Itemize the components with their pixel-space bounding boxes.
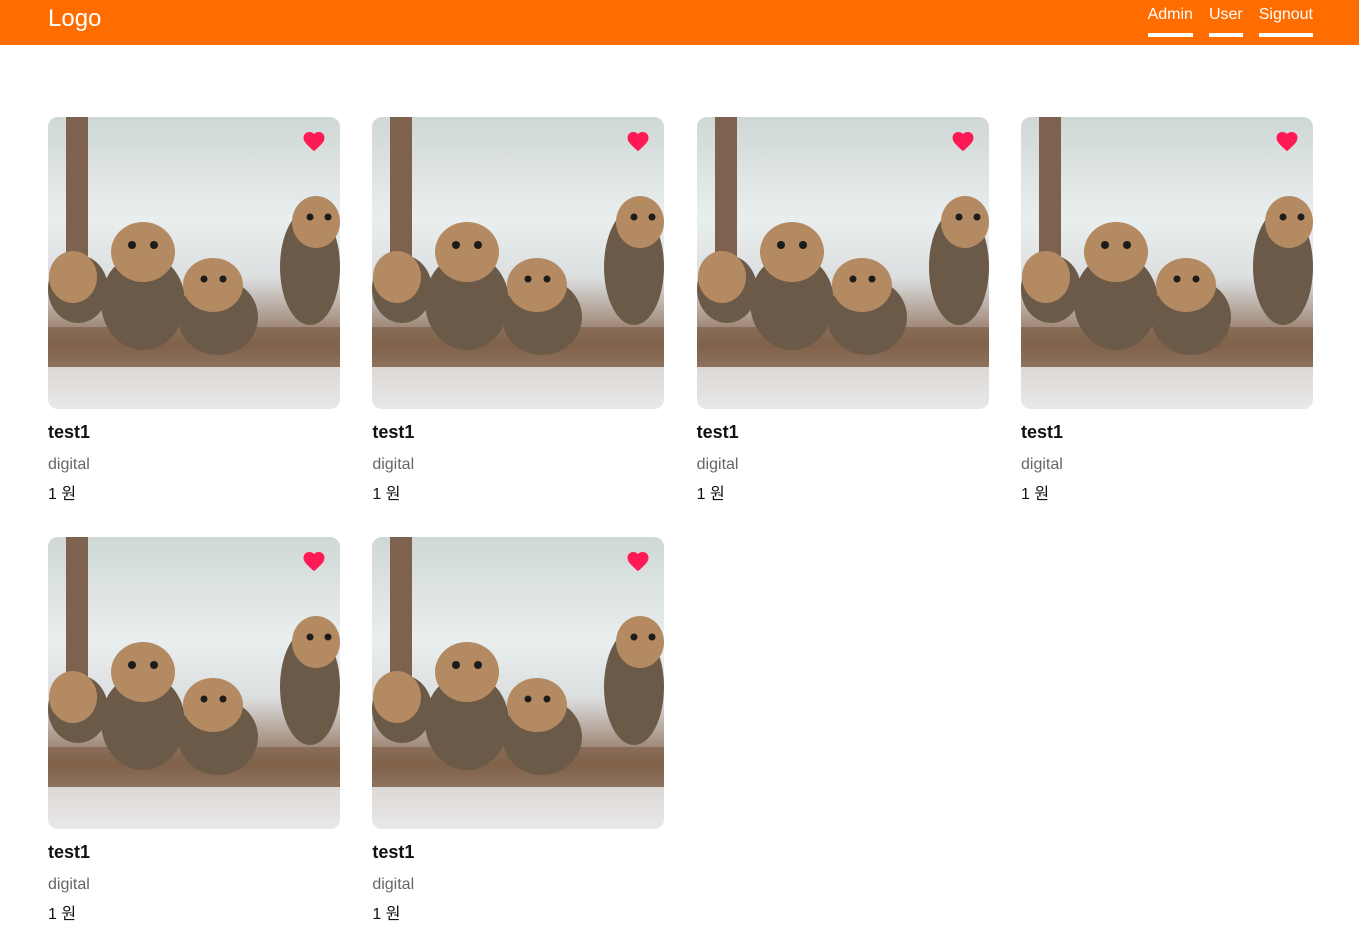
- kittens-photo: [1020, 117, 1313, 409]
- price-currency: 원: [61, 906, 77, 923]
- nav-user-link[interactable]: User: [1208, 5, 1243, 37]
- product-grid: test1 digital 1 원 test1 digital 1 원 test…: [48, 117, 1313, 925]
- product-image[interactable]: [372, 117, 665, 409]
- product-category: digital: [696, 456, 739, 473]
- product-card[interactable]: test1 digital 1 원: [48, 117, 340, 505]
- price-currency: 원: [61, 486, 77, 503]
- price-value: 1: [696, 486, 706, 503]
- kittens-photo: [48, 537, 340, 829]
- product-price: 1 원: [48, 905, 340, 925]
- logo[interactable]: Logo: [48, 4, 101, 34]
- product-category: digital: [48, 456, 90, 473]
- product-card[interactable]: test1 digital 1 원: [696, 117, 989, 505]
- like-heart-icon[interactable]: [626, 549, 650, 573]
- product-title[interactable]: test1: [48, 421, 340, 443]
- product-image[interactable]: [48, 117, 340, 409]
- product-card[interactable]: test1 digital 1 원: [372, 117, 665, 505]
- product-card[interactable]: test1 digital 1 원: [1020, 117, 1313, 505]
- like-heart-icon[interactable]: [302, 129, 326, 153]
- kittens-photo: [372, 537, 665, 829]
- price-currency: 원: [1034, 486, 1050, 503]
- nav-signout-link[interactable]: Signout: [1258, 5, 1313, 37]
- like-heart-icon[interactable]: [951, 129, 975, 153]
- kittens-photo: [696, 117, 989, 409]
- product-title[interactable]: test1: [372, 841, 664, 863]
- kittens-photo: [372, 117, 665, 409]
- top-header: Logo Admin User Signout: [0, 0, 1359, 45]
- kittens-photo: [48, 117, 340, 409]
- price-currency: 원: [385, 486, 401, 503]
- price-value: 1: [48, 906, 57, 923]
- price-value: 1: [372, 906, 382, 923]
- like-heart-icon[interactable]: [302, 549, 326, 573]
- product-category: digital: [1020, 456, 1063, 473]
- price-currency: 원: [710, 486, 725, 503]
- product-title[interactable]: test1: [48, 841, 340, 863]
- price-value: 1: [48, 486, 57, 503]
- price-value: 1: [372, 486, 382, 503]
- price-value: 1: [1020, 486, 1030, 503]
- product-image[interactable]: [48, 537, 340, 829]
- main-nav: Admin User Signout: [1147, 5, 1313, 37]
- product-title[interactable]: test1: [697, 421, 989, 443]
- product-title[interactable]: test1: [1021, 421, 1313, 443]
- like-heart-icon[interactable]: [1275, 129, 1299, 153]
- product-category: digital: [372, 456, 415, 473]
- product-category: digital: [372, 876, 415, 893]
- price-currency: 원: [385, 906, 401, 923]
- product-card[interactable]: test1 digital 1 원: [48, 537, 340, 925]
- product-category: digital: [48, 876, 90, 893]
- product-price: 1 원: [1021, 485, 1313, 505]
- product-price: 1 원: [372, 905, 664, 925]
- like-heart-icon[interactable]: [626, 129, 650, 153]
- product-image[interactable]: [1020, 117, 1313, 409]
- product-title[interactable]: test1: [372, 421, 664, 443]
- nav-admin-link[interactable]: Admin: [1147, 5, 1193, 37]
- product-image[interactable]: [372, 537, 665, 829]
- product-price: 1 원: [48, 485, 340, 505]
- product-card[interactable]: test1 digital 1 원: [372, 537, 665, 925]
- product-image[interactable]: [696, 117, 989, 409]
- product-price: 1 원: [697, 485, 989, 505]
- product-price: 1 원: [372, 485, 664, 505]
